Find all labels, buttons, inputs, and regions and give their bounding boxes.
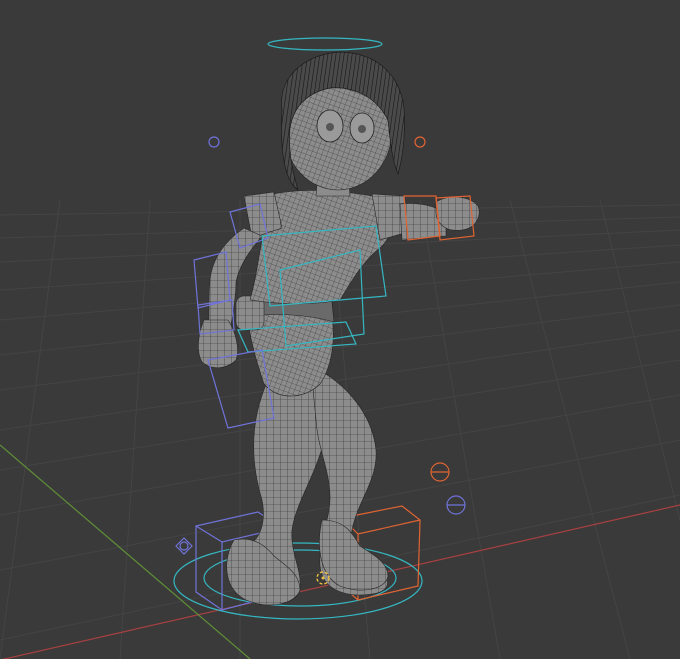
root-pivot-control[interactable] [175,537,193,555]
character-mesh[interactable] [198,51,480,606]
eye-target-right-control[interactable] [414,136,426,148]
3d-viewport[interactable] [0,0,680,659]
eye-target-left-control[interactable] [208,136,220,148]
head-halo-control[interactable] [267,37,383,51]
viewport-canvas[interactable] [0,0,680,659]
